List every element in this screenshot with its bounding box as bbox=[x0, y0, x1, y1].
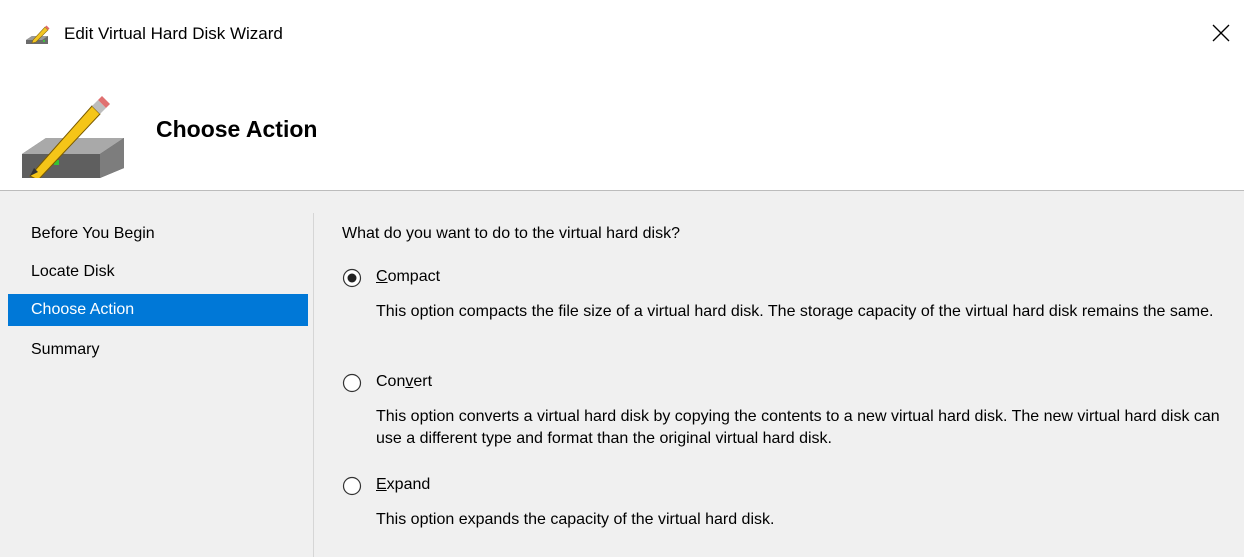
action-question: What do you want to do to the virtual ha… bbox=[342, 225, 680, 242]
compact-radio[interactable] bbox=[342, 268, 362, 288]
sidebar-divider bbox=[313, 213, 314, 557]
wizard-steps: Before You Begin Locate Disk Choose Acti… bbox=[0, 191, 312, 557]
expand-label[interactable]: Expand bbox=[376, 476, 430, 494]
compact-description: This option compacts the file size of a … bbox=[376, 303, 1214, 320]
convert-label[interactable]: Convert bbox=[376, 373, 432, 391]
edit-disk-icon bbox=[26, 25, 50, 44]
convert-radio[interactable] bbox=[342, 373, 362, 393]
step-summary[interactable]: Summary bbox=[8, 334, 308, 366]
window-title: Edit Virtual Hard Disk Wizard bbox=[64, 24, 283, 43]
expand-radio[interactable] bbox=[342, 476, 362, 496]
compact-label[interactable]: Compact bbox=[376, 268, 440, 286]
wizard-header: Choose Action bbox=[0, 72, 1244, 191]
step-locate-disk[interactable]: Locate Disk bbox=[8, 256, 308, 288]
title-bar: Edit Virtual Hard Disk Wizard bbox=[0, 0, 1244, 72]
wizard-window: Edit Virtual Hard Disk Wizard Choose Act… bbox=[0, 0, 1244, 557]
convert-description: This option converts a virtual hard disk… bbox=[376, 408, 1220, 447]
step-before-you-begin[interactable]: Before You Begin bbox=[8, 218, 308, 250]
step-choose-action[interactable]: Choose Action bbox=[8, 294, 308, 326]
close-icon bbox=[1212, 24, 1230, 42]
close-button[interactable] bbox=[1198, 10, 1244, 56]
page-title: Choose Action bbox=[156, 116, 318, 142]
disk-pencil-icon bbox=[22, 96, 124, 178]
expand-description: This option expands the capacity of the … bbox=[376, 511, 775, 528]
